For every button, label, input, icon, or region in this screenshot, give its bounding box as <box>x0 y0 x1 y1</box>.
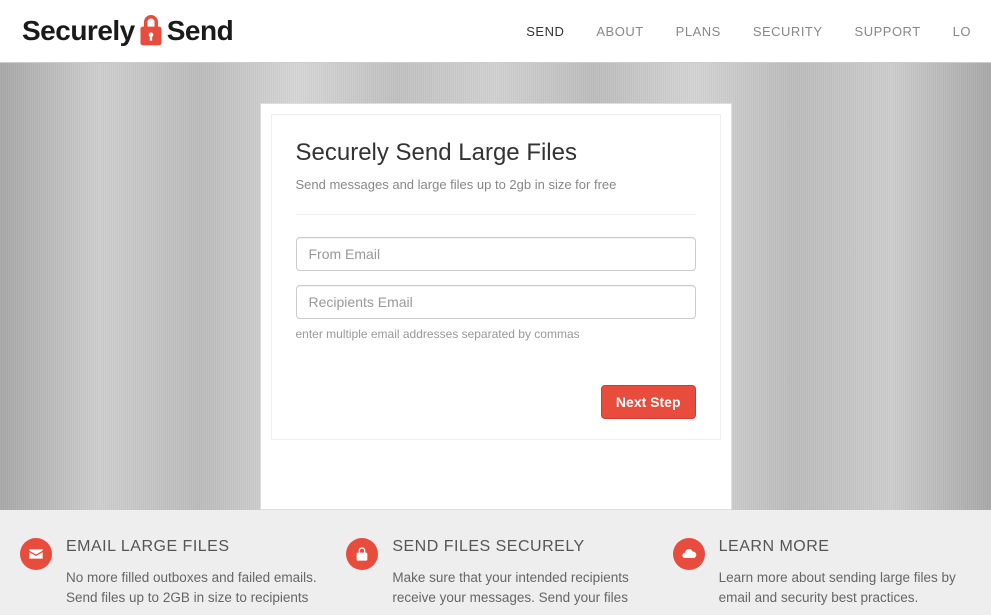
nav-plans[interactable]: PLANS <box>676 24 721 39</box>
header: Securely Send SEND ABOUT PLANS SECURITY … <box>0 0 991 62</box>
nav-login[interactable]: LO <box>953 24 971 39</box>
feature-text: Learn more about sending large files by … <box>719 568 971 609</box>
card-subtitle: Send messages and large files up to 2gb … <box>296 177 696 215</box>
envelope-icon <box>20 538 52 570</box>
nav-security[interactable]: SECURITY <box>753 24 823 39</box>
feature-learn-more: LEARN MORE Learn more about sending larg… <box>673 538 971 615</box>
next-step-button[interactable]: Next Step <box>601 385 696 419</box>
nav: SEND ABOUT PLANS SECURITY SUPPORT LO <box>526 24 971 39</box>
recipients-hint: enter multiple email addresses separated… <box>296 327 696 341</box>
nav-about[interactable]: ABOUT <box>596 24 643 39</box>
feature-text: Make sure that your intended recipients … <box>392 568 644 609</box>
feature-send-securely: SEND FILES SECURELY Make sure that your … <box>346 538 644 615</box>
from-email-input[interactable] <box>296 237 696 271</box>
feature-text: No more filled outboxes and failed email… <box>66 568 318 609</box>
send-card: Securely Send Large Files Send messages … <box>260 103 732 510</box>
feature-email-large-files: EMAIL LARGE FILES No more filled outboxe… <box>20 538 318 615</box>
hero: Securely Send Large Files Send messages … <box>0 62 991 510</box>
nav-support[interactable]: SUPPORT <box>855 24 921 39</box>
feature-title: LEARN MORE <box>719 538 971 556</box>
feature-title: SEND FILES SECURELY <box>392 538 644 556</box>
card-title: Securely Send Large Files <box>296 139 696 167</box>
feature-title: EMAIL LARGE FILES <box>66 538 318 556</box>
logo-text-part2: Send <box>167 15 233 47</box>
features-row: EMAIL LARGE FILES No more filled outboxe… <box>0 510 991 615</box>
logo-text-part1: Securely <box>22 15 135 47</box>
lock-icon <box>137 15 165 47</box>
logo[interactable]: Securely Send <box>22 15 233 47</box>
cloud-icon <box>673 538 705 570</box>
card-actions: Next Step <box>296 385 696 419</box>
lock-icon <box>346 538 378 570</box>
recipients-email-input[interactable] <box>296 285 696 319</box>
nav-send[interactable]: SEND <box>526 24 564 39</box>
send-card-inner: Securely Send Large Files Send messages … <box>271 114 721 440</box>
